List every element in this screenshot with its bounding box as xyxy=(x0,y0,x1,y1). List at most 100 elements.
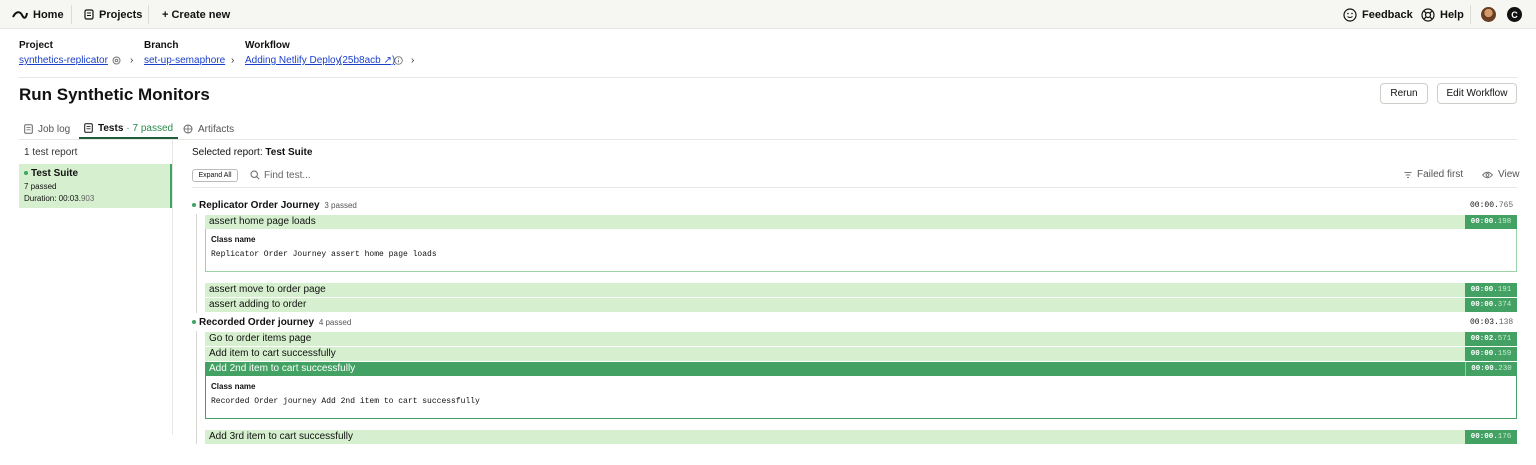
test-duration-ms: 176 xyxy=(1497,433,1512,441)
test-duration-badge: 00:00. 374 xyxy=(1465,298,1517,312)
project-link[interactable]: synthetics-replicator xyxy=(19,55,108,66)
info-icon[interactable] xyxy=(394,56,403,65)
group-passed-count: 3 passed xyxy=(324,201,357,210)
group-name: Recorded Order journey xyxy=(199,317,315,328)
feedback-button[interactable]: Feedback xyxy=(1343,0,1413,29)
test-row[interactable]: Add item to cart successfully 00:00. 159 xyxy=(205,347,1517,361)
status-dot-icon xyxy=(192,203,196,208)
test-duration-badge: 00:00. 159 xyxy=(1465,347,1517,361)
test-name: Go to order items page xyxy=(209,333,312,344)
projects-label: Projects xyxy=(99,8,143,21)
projects-link[interactable]: Projects xyxy=(84,0,142,29)
lifebuoy-icon xyxy=(1421,7,1435,22)
test-row[interactable]: assert move to order page 00:00. 191 xyxy=(205,283,1517,297)
tab-tests-label: Tests xyxy=(98,122,124,134)
group-duration-main: 00:03. xyxy=(1470,318,1499,327)
test-duration-badge: 00:00. 176 xyxy=(1465,430,1517,444)
failed-first-toggle[interactable]: Failed first xyxy=(1404,169,1463,180)
suite-name-row: Test Suite xyxy=(24,168,78,179)
breadcrumb-separator: › xyxy=(231,55,235,66)
tab-job-log[interactable]: Job log xyxy=(24,119,70,139)
workflow-link[interactable]: Adding Netlify Deploy xyxy=(245,55,341,66)
status-dot-icon xyxy=(192,320,196,325)
feedback-label: Feedback xyxy=(1362,8,1413,21)
test-row[interactable]: assert adding to order 00:00. 374 xyxy=(205,298,1517,312)
view-menu[interactable]: View xyxy=(1482,169,1520,180)
test-duration-main: 00:00. xyxy=(1470,350,1498,358)
tab-tests-count: · 7 passed xyxy=(126,122,174,134)
breadcrumb-separator: › xyxy=(411,55,415,66)
test-name: Add 2nd item to cart successfully xyxy=(209,363,356,374)
test-duration-badge: 00:00. 230 xyxy=(1465,362,1517,376)
test-row[interactable]: Add 3rd item to cart successfully 00:00.… xyxy=(205,430,1517,444)
test-group-header[interactable]: Recorded Order journey 4 passed xyxy=(192,317,351,328)
test-duration-ms: 374 xyxy=(1497,301,1512,309)
test-group-header[interactable]: Replicator Order Journey 3 passed xyxy=(192,200,357,211)
group-name: Replicator Order Journey xyxy=(199,200,320,211)
group-tree-rail xyxy=(196,331,197,444)
class-name-value: Recorded Order journey Add 2nd item to c… xyxy=(211,397,480,406)
test-duration-ms: 230 xyxy=(1498,365,1512,373)
test-duration-ms: 191 xyxy=(1497,286,1512,294)
branch-link[interactable]: set-up-semaphore xyxy=(144,55,225,66)
test-duration-badge: 00:00. 198 xyxy=(1465,215,1517,229)
expand-all-button[interactable]: Expand All xyxy=(192,169,238,182)
test-duration-ms: 159 xyxy=(1497,350,1512,358)
group-duration-ms: 138 xyxy=(1498,318,1514,327)
test-duration-main: 00:00. xyxy=(1470,433,1498,441)
test-duration-main: 00:00. xyxy=(1470,218,1498,226)
suite-duration-ms: 903 xyxy=(80,194,95,203)
branch-label: Branch xyxy=(144,40,179,51)
page-title: Run Synthetic Monitors xyxy=(19,85,210,104)
test-name: Add item to cart successfully xyxy=(209,348,336,359)
help-button[interactable]: Help xyxy=(1421,0,1464,29)
search-icon xyxy=(250,170,260,180)
help-label: Help xyxy=(1440,8,1464,21)
user-avatar[interactable] xyxy=(1481,7,1496,22)
create-new-label: + Create new xyxy=(162,8,231,21)
home-link[interactable]: Home xyxy=(12,0,64,29)
test-row[interactable]: assert home page loads 00:00. 198 xyxy=(205,215,1517,229)
create-new-button[interactable]: + Create new xyxy=(162,0,230,29)
test-list-icon xyxy=(84,123,93,133)
test-row-selected[interactable]: Add 2nd item to cart successfully 00:00.… xyxy=(205,362,1517,376)
test-name: assert move to order page xyxy=(209,284,326,295)
class-name-value: Replicator Order Journey assert home pag… xyxy=(211,250,437,259)
view-label: View xyxy=(1498,169,1520,180)
settings-gear-icon[interactable] xyxy=(112,56,121,65)
test-duration-badge: 00:02. 571 xyxy=(1465,332,1517,346)
toolbar-divider xyxy=(192,187,1517,188)
edit-workflow-button[interactable]: Edit Workflow xyxy=(1437,83,1517,104)
commit-link[interactable]: (25b8acb ↗) xyxy=(339,55,395,66)
failed-first-label: Failed first xyxy=(1417,169,1464,180)
group-tree-rail xyxy=(196,214,197,313)
tab-artifacts-label: Artifacts xyxy=(198,123,235,135)
test-duration-main: 00:00. xyxy=(1470,286,1498,294)
test-duration-badge: 00:00. 191 xyxy=(1465,283,1517,297)
rerun-button[interactable]: Rerun xyxy=(1380,83,1428,104)
tabs-divider xyxy=(19,139,1517,140)
home-logo-icon xyxy=(12,10,28,19)
eye-icon xyxy=(1482,171,1493,178)
selected-report-value: Test Suite xyxy=(265,147,313,158)
test-name: Add 3rd item to cart successfully xyxy=(209,431,353,442)
test-suite-card[interactable]: Test Suite 7 passed Duration: 00:03.903 xyxy=(19,164,172,208)
find-test-input[interactable] xyxy=(264,168,464,182)
test-row[interactable]: Go to order items page 00:02. 571 xyxy=(205,332,1517,346)
tab-tests[interactable]: Tests · 7 passed xyxy=(79,119,179,139)
topbar-divider xyxy=(1470,5,1471,24)
test-duration-main: 00:02. xyxy=(1470,335,1498,343)
test-duration-ms: 571 xyxy=(1497,335,1512,343)
tab-artifacts[interactable]: Artifacts xyxy=(183,119,234,139)
artifacts-icon xyxy=(183,124,193,134)
test-detail-panel: Class name Replicator Order Journey asse… xyxy=(205,229,1517,272)
test-detail-panel: Class name Recorded Order journey Add 2n… xyxy=(205,376,1517,419)
tab-job-log-label: Job log xyxy=(38,123,71,135)
org-avatar[interactable]: C xyxy=(1507,7,1522,22)
group-duration-ms: 765 xyxy=(1498,201,1514,210)
document-icon xyxy=(24,124,33,134)
test-name: assert home page loads xyxy=(209,216,316,227)
selected-report: Selected report: Test Suite xyxy=(192,147,312,158)
panel-divider xyxy=(172,140,173,435)
test-name: assert adding to order xyxy=(209,299,307,310)
